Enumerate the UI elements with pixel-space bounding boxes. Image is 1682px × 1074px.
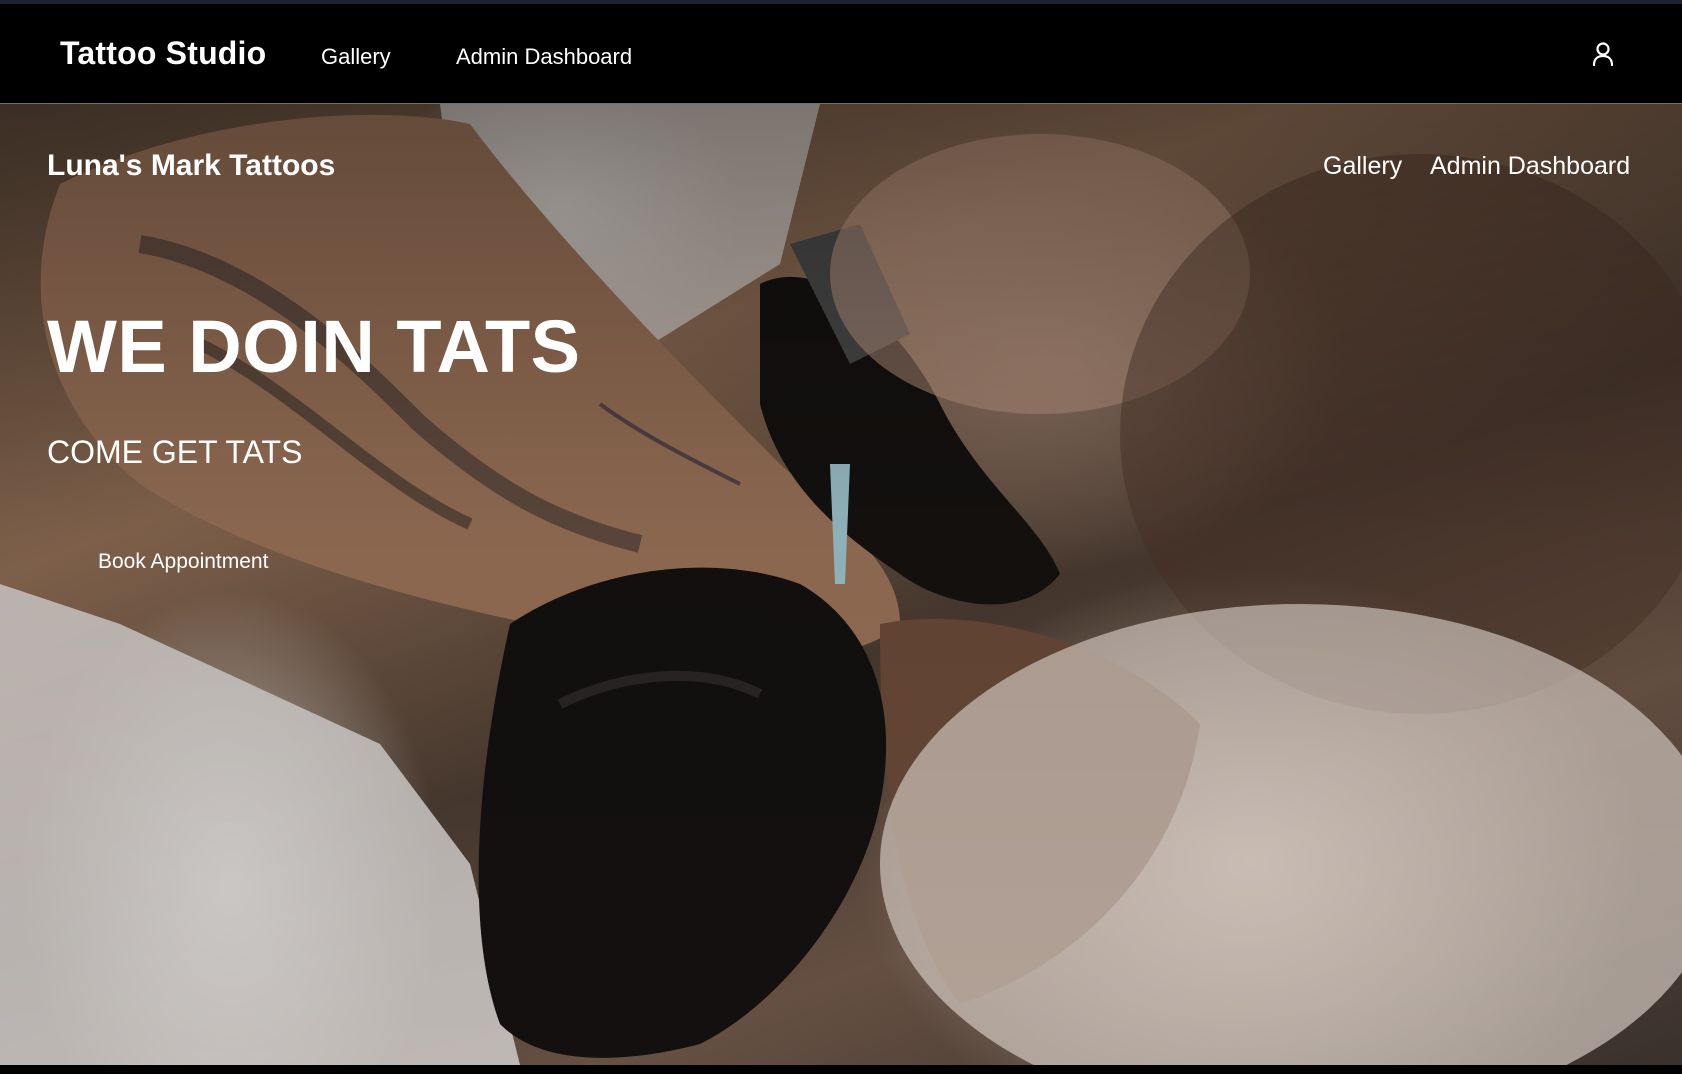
hero-section: Luna's Mark Tattoos Gallery Admin Dashbo…	[0, 104, 1682, 1065]
nav-link-admin-dashboard[interactable]: Admin Dashboard	[456, 44, 632, 70]
user-icon[interactable]	[1590, 40, 1616, 70]
app-brand[interactable]: Tattoo Studio	[60, 35, 266, 72]
hero-headline: WE DOIN TATS	[47, 305, 581, 388]
book-appointment-button[interactable]: Book Appointment	[98, 550, 268, 574]
hero-subheadline: COME GET TATS	[47, 434, 303, 470]
app-navbar: Tattoo Studio Gallery Admin Dashboard	[0, 4, 1682, 104]
nav-link-gallery[interactable]: Gallery	[321, 44, 391, 70]
site-name[interactable]: Luna's Mark Tattoos	[47, 149, 335, 183]
site-nav-admin-dashboard[interactable]: Admin Dashboard	[1430, 152, 1630, 181]
hero-overlay	[0, 104, 1682, 1065]
bottom-edge	[0, 1065, 1682, 1074]
site-nav-gallery[interactable]: Gallery	[1323, 152, 1402, 181]
